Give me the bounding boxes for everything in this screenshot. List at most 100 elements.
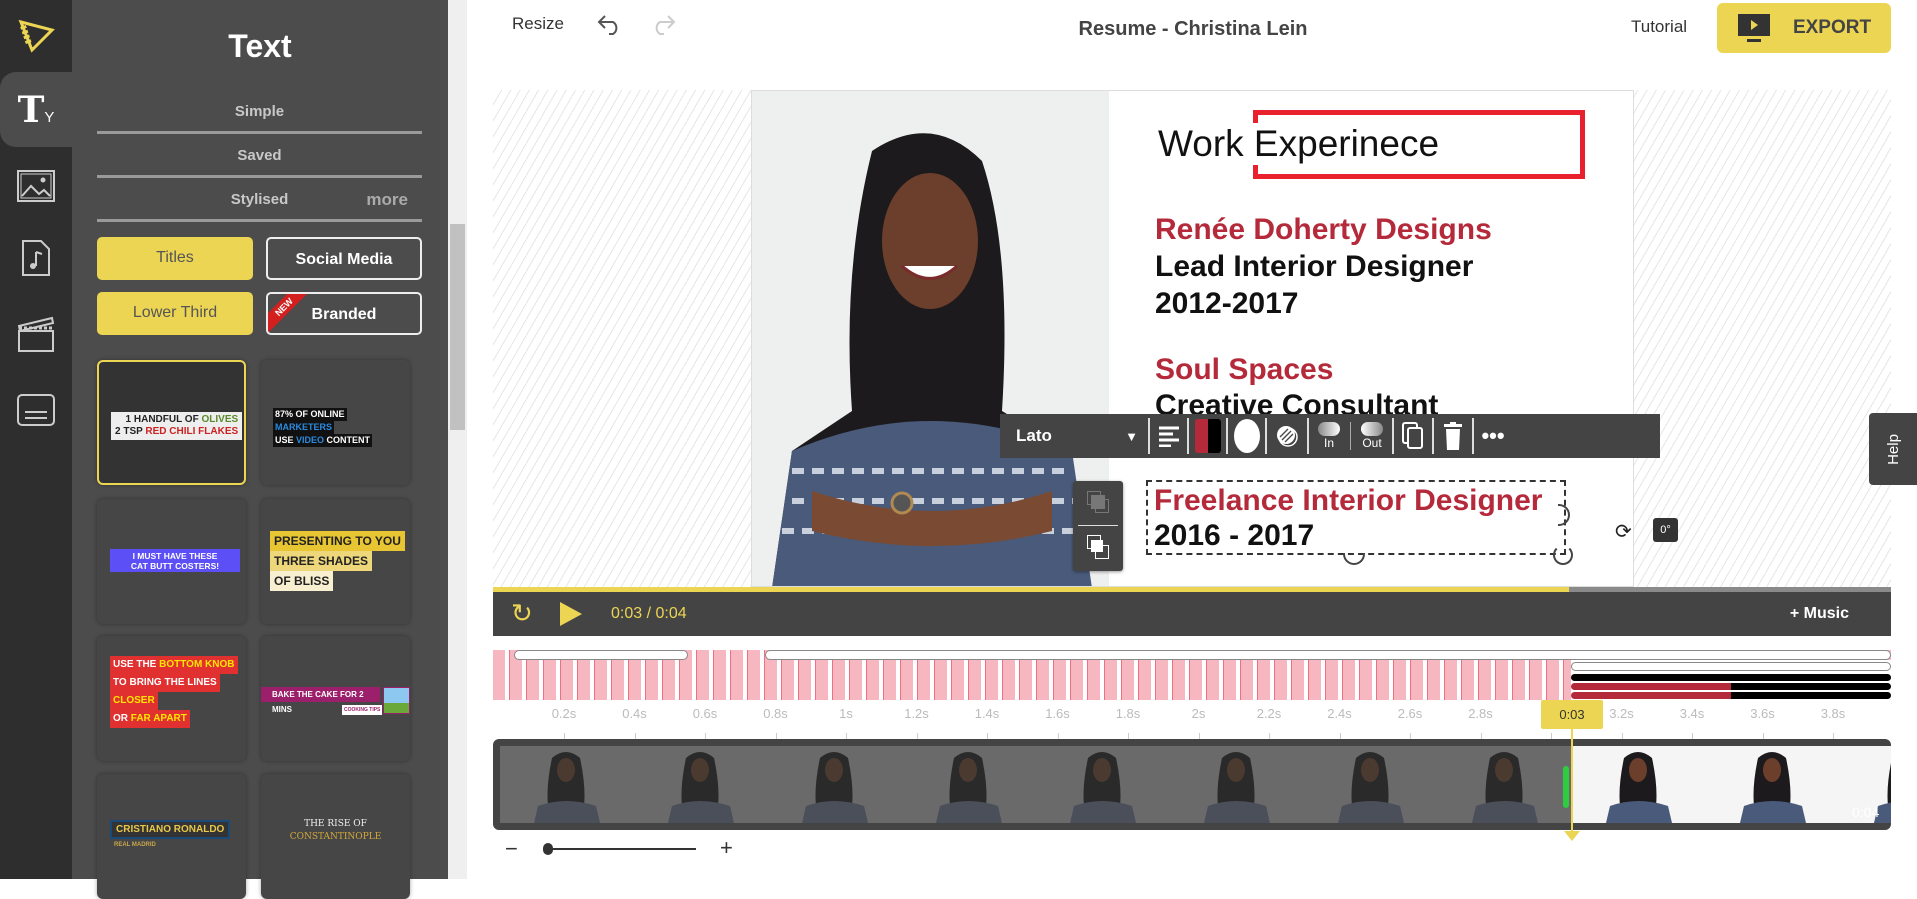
rail-text[interactable]: TY — [0, 72, 72, 147]
card-text: I MUST HAVE THESE — [132, 551, 218, 561]
panel-scrollbar[interactable] — [448, 0, 467, 879]
company-name[interactable]: Renée Doherty Designs — [1155, 213, 1492, 247]
card-text: CONTENT — [324, 435, 371, 445]
zoom-slider[interactable] — [548, 848, 696, 850]
scrollbar-thumb[interactable] — [450, 224, 465, 430]
replay-icon[interactable]: ↻ — [511, 600, 533, 626]
tick-label: 2.4s — [1327, 706, 1352, 721]
track-clip-handle[interactable] — [514, 650, 688, 660]
more-options-icon[interactable]: ••• — [1474, 414, 1512, 458]
template-card[interactable]: I MUST HAVE THESE CAT BUTT COSTERS! — [97, 499, 246, 624]
help-label: Help — [1884, 433, 1902, 465]
card-thumbnail — [383, 687, 410, 714]
template-card[interactable]: CRISTIANO RONALDO REAL MADRID — [97, 774, 246, 899]
time-display: 0:03 / 0:04 — [611, 605, 687, 623]
resize-button[interactable]: Resize — [512, 14, 564, 34]
card-text: USE THE — [113, 659, 160, 670]
template-card[interactable]: PRESENTING TO YOU THREE SHADES OF BLISS — [261, 499, 410, 624]
zoom-in-button[interactable]: + — [720, 835, 733, 861]
rotation-badge: 0° — [1653, 518, 1678, 542]
card-text: PRESENTING TO YOU — [270, 531, 405, 551]
end-time: 0:04 — [1852, 804, 1880, 820]
tab-stylised[interactable]: Stylised more — [97, 178, 422, 222]
playhead-marker[interactable] — [1564, 831, 1580, 841]
undo-icon[interactable] — [597, 14, 623, 36]
animation-in-button[interactable]: In — [1309, 414, 1349, 458]
card-text: 1 HANDFUL OF — [125, 414, 202, 425]
social-media-button[interactable]: Social Media — [266, 237, 422, 280]
bring-forward-icon[interactable] — [1087, 491, 1109, 513]
resize-corner-handle[interactable] — [1553, 545, 1573, 565]
send-backward-icon[interactable] — [1087, 535, 1109, 559]
font-select[interactable]: Lato ▼ — [1000, 414, 1148, 458]
card-text: BAKE THE CAKE FOR 2 MINS — [261, 687, 380, 714]
filmstrip-frame — [1036, 746, 1170, 823]
job-years[interactable]: 2016 - 2017 — [1154, 519, 1314, 553]
tick-label: 1.4s — [974, 706, 1000, 721]
logo-icon — [18, 19, 55, 53]
profile-photo[interactable] — [752, 91, 1109, 586]
chevron-down-icon: ▼ — [1125, 428, 1138, 444]
rotate-icon[interactable]: ⟳ — [1615, 519, 1632, 544]
track-clip-handle[interactable] — [765, 650, 1891, 660]
help-tab[interactable]: Help — [1869, 413, 1917, 485]
branded-button[interactable]: Branded NEW — [266, 292, 422, 335]
redo-icon[interactable] — [650, 14, 676, 36]
job-years[interactable]: 2012-2017 — [1155, 287, 1298, 321]
zoom-out-button[interactable]: − — [505, 836, 518, 862]
lower-third-button[interactable]: Lower Third — [97, 292, 253, 335]
add-music-button[interactable]: + Music — [1790, 605, 1849, 623]
tab-saved[interactable]: Saved — [97, 134, 422, 178]
animation-out-button[interactable]: Out — [1352, 414, 1392, 458]
new-badge: NEW — [268, 294, 312, 333]
background-color-button[interactable] — [1228, 414, 1265, 458]
filmstrip-frame — [902, 746, 1036, 823]
video-filmstrip[interactable] — [493, 739, 1891, 830]
section-heading[interactable]: Work Experinece — [1158, 123, 1446, 165]
template-card[interactable]: 87% OF ONLINE MARKETERS USE VIDEO CONTEN… — [261, 360, 410, 485]
export-button[interactable]: EXPORT — [1717, 3, 1891, 53]
project-title[interactable]: Resume - Christina Lein — [893, 18, 1493, 41]
titles-button[interactable]: Titles — [97, 237, 253, 280]
template-card[interactable]: USE THE BOTTOM KNOB TO BRING THE LINES C… — [97, 636, 246, 761]
more-link[interactable]: more — [366, 178, 408, 222]
trim-handle[interactable] — [1563, 766, 1569, 808]
selected-layer-track[interactable] — [1571, 660, 1891, 700]
logo-button[interactable] — [0, 0, 72, 72]
card-text: CLOSER — [110, 692, 158, 710]
selected-text-box[interactable]: Freelance Interior Designer 2016 - 2017 — [1146, 480, 1566, 555]
tab-simple[interactable]: Simple — [97, 90, 422, 134]
zoom-slider-knob[interactable] — [543, 843, 553, 855]
rail-subtitles[interactable] — [0, 374, 72, 446]
playhead-line[interactable] — [1571, 728, 1573, 836]
template-card[interactable]: THE RISE OF CONSTANTINOPLE — [261, 774, 410, 899]
card-text: 87% OF ONLINE — [273, 408, 347, 421]
rail-images[interactable] — [0, 150, 72, 222]
duplicate-icon[interactable] — [1394, 414, 1432, 458]
play-icon[interactable] — [560, 602, 582, 626]
filmstrip-frame — [634, 746, 768, 823]
job-title[interactable]: Freelance Interior Designer — [1154, 484, 1542, 518]
filmstrip-frame — [1706, 746, 1840, 823]
card-text: REAL MADRID — [114, 842, 156, 848]
tick-label: 1.2s — [904, 706, 929, 721]
rail-video[interactable] — [0, 298, 72, 370]
card-text: 2 TSP — [115, 426, 146, 437]
rail-music[interactable] — [0, 222, 72, 294]
opacity-icon[interactable] — [1267, 414, 1307, 458]
template-card[interactable]: 1 HANDFUL OF OLIVES 2 TSP RED CHILI FLAK… — [97, 360, 246, 485]
card-text: OLIVES — [201, 414, 239, 425]
tutorial-link[interactable]: Tutorial — [1631, 17, 1687, 37]
delete-icon[interactable] — [1434, 414, 1472, 458]
text-color-button[interactable] — [1189, 414, 1226, 458]
template-card[interactable]: BAKE THE CAKE FOR 2 MINS COOKING TIPS — [261, 636, 410, 761]
company-name[interactable]: Soul Spaces — [1155, 353, 1333, 387]
tick-label: 3.6s — [1750, 706, 1775, 721]
filmstrip-frame — [1170, 746, 1304, 823]
playhead-label[interactable]: 0:03 — [1541, 700, 1603, 729]
job-title[interactable]: Lead Interior Designer — [1155, 250, 1473, 284]
time-separator: / — [646, 605, 652, 622]
tick-label: 2.2s — [1256, 706, 1282, 721]
align-left-icon[interactable] — [1150, 414, 1187, 458]
card-text: OR — [113, 713, 131, 724]
